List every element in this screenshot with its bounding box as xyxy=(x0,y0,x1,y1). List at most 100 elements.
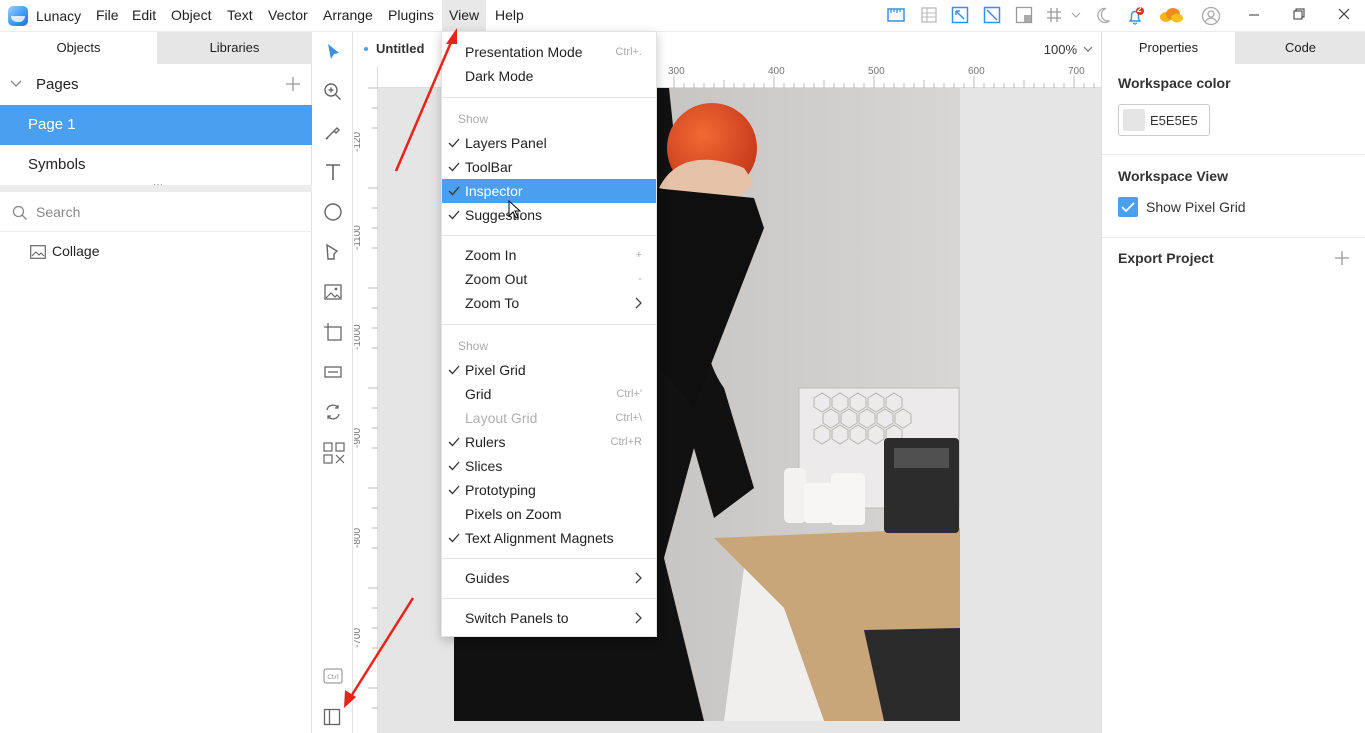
menu-item-zoom-in[interactable]: Zoom In + xyxy=(442,243,656,267)
menu-item-zoom-out[interactable]: Zoom Out - xyxy=(442,267,656,291)
menu-separator xyxy=(442,598,656,599)
show-pixel-grid-label: Show Pixel Grid xyxy=(1146,199,1246,215)
tab-properties[interactable]: Properties xyxy=(1102,32,1235,64)
page-item-label: Page 1 xyxy=(28,116,76,133)
pen-tool-icon[interactable] xyxy=(323,242,343,262)
snap-objects-icon[interactable] xyxy=(951,6,971,26)
menu-edit[interactable]: Edit xyxy=(125,0,163,31)
pages-collapse-chevron-icon[interactable] xyxy=(10,80,22,88)
grid-chevron-down-icon[interactable] xyxy=(1071,10,1091,30)
menu-separator xyxy=(442,558,656,559)
color-picker-icon[interactable] xyxy=(323,122,343,142)
add-export-plus-icon[interactable] xyxy=(1334,250,1350,266)
cloud-icon[interactable] xyxy=(1158,6,1183,26)
menu-item-slices[interactable]: Slices xyxy=(442,454,656,478)
menu-item-presentation-mode[interactable]: Presentation Mode Ctrl+. xyxy=(442,40,656,64)
tab-objects[interactable]: Objects xyxy=(0,32,157,64)
tab-code[interactable]: Code xyxy=(1235,32,1365,64)
workspace-color-value: E5E5E5 xyxy=(1150,113,1198,128)
search-input[interactable]: Search xyxy=(36,204,80,220)
artboard-tool-icon[interactable] xyxy=(323,322,343,342)
export-project-title: Export Project xyxy=(1118,250,1214,266)
user-account-icon[interactable] xyxy=(1201,6,1221,26)
menu-item-shortcut: Ctrl+R xyxy=(610,436,642,448)
menu-view[interactable]: View xyxy=(442,0,487,31)
grid-icon[interactable] xyxy=(1045,6,1065,26)
menu-item-suggestions[interactable]: Suggestions xyxy=(442,203,656,227)
minimize-window-icon[interactable] xyxy=(1246,6,1266,26)
menu-item-label: Pixel Grid xyxy=(465,362,526,378)
title-bar: Lunacy File Edit Object Text Vector Arra… xyxy=(0,0,1365,32)
menu-item-label: Layers Panel xyxy=(465,135,547,151)
add-page-plus-icon[interactable] xyxy=(285,76,301,92)
notifications-bell-icon[interactable]: 2 xyxy=(1126,5,1146,26)
menu-object[interactable]: Object xyxy=(164,0,218,31)
menu-item-shortcut: Ctrl+\ xyxy=(615,412,642,424)
menu-plugins[interactable]: Plugins xyxy=(381,0,441,31)
zoom-tool-icon[interactable] xyxy=(323,82,343,102)
menu-item-toolbar[interactable]: ToolBar xyxy=(442,155,656,179)
menu-help[interactable]: Help xyxy=(488,0,531,31)
menu-item-inspector[interactable]: Inspector xyxy=(442,179,656,203)
tools-toolbar: Ctrl xyxy=(313,32,353,733)
panel-splitter-handle[interactable]: ··· xyxy=(0,179,312,192)
layers-search[interactable]: Search xyxy=(0,192,312,232)
search-icon xyxy=(12,205,28,221)
rotate-tool-icon[interactable] xyxy=(323,402,343,422)
menu-item-label: Text Alignment Magnets xyxy=(465,530,614,546)
menu-item-label: Rulers xyxy=(465,434,506,450)
keyboard-shortcuts-ctrl-icon[interactable]: Ctrl xyxy=(323,668,343,688)
select-tool-cursor-icon[interactable] xyxy=(323,42,343,62)
zoom-chevron-down-icon[interactable] xyxy=(1083,45,1093,53)
menu-item-label: Prototyping xyxy=(465,482,536,498)
menu-item-pixel-grid[interactable]: Pixel Grid xyxy=(442,358,656,382)
ellipse-tool-icon[interactable] xyxy=(323,202,343,222)
menu-item-label: Zoom Out xyxy=(465,271,528,287)
pixel-preview-icon[interactable] xyxy=(1015,6,1035,26)
menu-item-pixels-on-zoom[interactable]: Pixels on Zoom xyxy=(442,502,656,526)
workspace-color-input[interactable]: E5E5E5 xyxy=(1118,104,1210,136)
ruler-toggle-icon[interactable] xyxy=(887,6,907,26)
menu-arrange[interactable]: Arrange xyxy=(316,0,380,31)
component-tool-icon[interactable] xyxy=(323,362,343,382)
menu-item-rulers[interactable]: Rulers Ctrl+R xyxy=(442,430,656,454)
dark-mode-moon-icon[interactable] xyxy=(1094,6,1114,26)
layout-grid-toggle-icon[interactable] xyxy=(920,6,940,26)
toggle-panels-icon[interactable] xyxy=(323,708,343,728)
menu-item-shortcut: + xyxy=(635,249,642,261)
zoom-level[interactable]: 100% xyxy=(1044,42,1077,57)
tab-libraries[interactable]: Libraries xyxy=(157,32,312,64)
workspace-view-title: Workspace View xyxy=(1118,168,1228,184)
menu-item-guides[interactable]: Guides xyxy=(442,566,656,590)
layer-item-collage[interactable]: Collage xyxy=(0,235,312,267)
menu-item-zoom-to[interactable]: Zoom To xyxy=(442,291,656,315)
submenu-chevron-right-icon xyxy=(634,297,642,309)
icons-library-icon[interactable] xyxy=(323,442,345,464)
menu-section-header: Show xyxy=(458,339,489,353)
image-tool-icon[interactable] xyxy=(323,282,343,302)
menu-item-layout-grid[interactable]: Layout Grid Ctrl+\ xyxy=(442,406,656,430)
snap-pixel-icon[interactable] xyxy=(983,6,1003,26)
menu-item-prototyping[interactable]: Prototyping xyxy=(442,478,656,502)
menu-item-switch-panels-to[interactable]: Switch Panels to xyxy=(442,606,656,630)
text-tool-icon[interactable] xyxy=(323,162,343,182)
ruler-label: -1000 xyxy=(354,324,363,350)
menu-item-grid[interactable]: Grid Ctrl+' xyxy=(442,382,656,406)
restore-window-icon[interactable] xyxy=(1291,6,1311,26)
document-tab-untitled[interactable]: Untitled xyxy=(354,32,437,66)
vertical-ruler[interactable]: -120 -1100 -1000 -900 -800 -700 xyxy=(354,66,378,733)
menu-item-dark-mode[interactable]: Dark Mode xyxy=(442,64,656,88)
ruler-label: 500 xyxy=(868,66,885,77)
show-pixel-grid-checkbox[interactable] xyxy=(1118,197,1138,217)
page-item-label: Symbols xyxy=(28,156,86,173)
close-window-icon[interactable] xyxy=(1336,6,1356,26)
menu-item-label: Suggestions xyxy=(465,207,543,223)
menu-vector[interactable]: Vector xyxy=(261,0,315,31)
menu-item-layers-panel[interactable]: Layers Panel xyxy=(442,131,656,155)
menu-item-text-alignment-magnets[interactable]: Text Alignment Magnets xyxy=(442,526,656,550)
menu-item-label: Guides xyxy=(465,570,510,586)
workspace-color-swatch[interactable] xyxy=(1123,109,1145,131)
menu-file[interactable]: File xyxy=(89,0,126,31)
page-item-page-1[interactable]: Page 1 xyxy=(0,105,312,145)
menu-text[interactable]: Text xyxy=(220,0,260,31)
